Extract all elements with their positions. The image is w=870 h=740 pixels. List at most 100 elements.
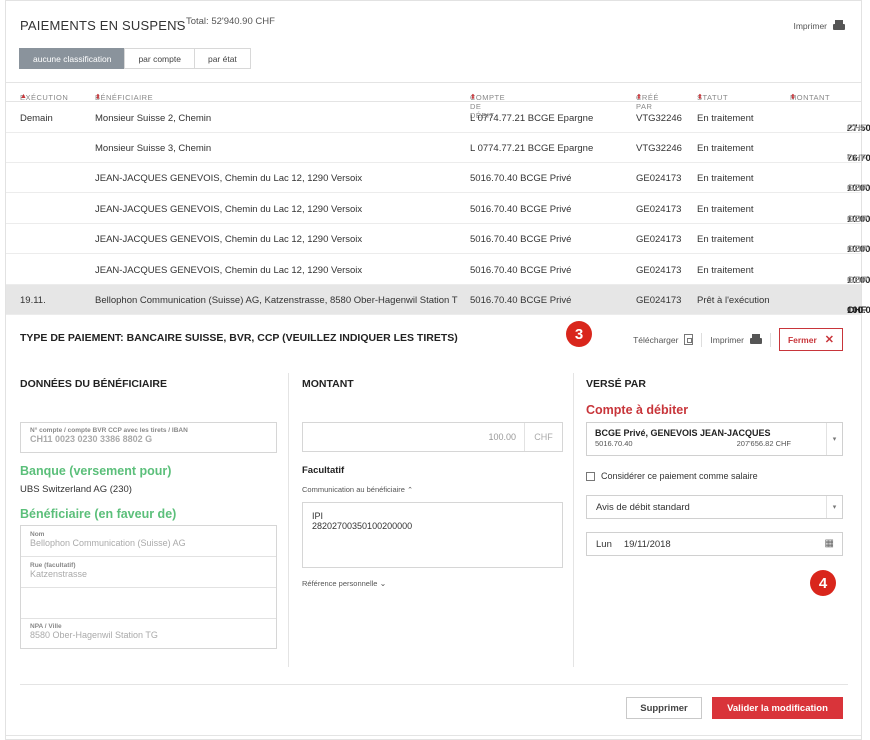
communication-line: IPI: [312, 511, 324, 521]
print-button[interactable]: Imprimer: [710, 334, 762, 345]
city-field[interactable]: NPA / Ville 8580 Ober-Hagenwil Station T…: [21, 619, 276, 648]
name-field[interactable]: Nom Bellophon Communication (Suisse) AG: [21, 526, 276, 557]
cell-compte: 5016.70.40 BCGE Privé: [470, 295, 572, 306]
cell-statut: En traitement: [697, 204, 754, 215]
salary-label: Considérer ce paiement comme salaire: [601, 471, 758, 481]
debit-notice-value: Avis de débit standard: [596, 502, 690, 513]
bottom-divider: [6, 735, 861, 736]
table-row[interactable]: JEAN-JACQUES GENEVOIS, Chemin du Lac 12,…: [6, 255, 870, 286]
cell-cree-par: GE024173: [636, 234, 682, 245]
validate-button[interactable]: Valider la modification: [712, 697, 843, 719]
cell-compte: L 0774.77.21 BCGE Epargne: [470, 143, 594, 154]
cell-statut: Prêt à l'exécution: [697, 295, 770, 306]
calendar-icon[interactable]: ▦: [825, 538, 834, 549]
street-field[interactable]: Rue (facultatif) Katzenstrasse: [21, 557, 276, 588]
iban-value: CH11 0023 0230 3386 8802 G: [30, 434, 153, 444]
debit-account-heading: Compte à débiter: [586, 403, 689, 417]
iban-field[interactable]: N° compte / compte BVR CCP avec les tire…: [20, 422, 277, 453]
download-button[interactable]: Télécharger: [633, 334, 694, 345]
account-number: 5016.70.40: [595, 439, 633, 448]
filter-no-classification[interactable]: aucune classification: [19, 48, 126, 69]
street-value: Katzenstrasse: [30, 569, 88, 579]
printer-icon: [749, 334, 762, 345]
amount-value: 100.00: [488, 432, 516, 442]
cell-execution: Demain: [20, 113, 53, 124]
cell-compte: 5016.70.40 BCGE Privé: [470, 204, 572, 215]
detail-toolbar: Télécharger Imprimer Fermer ✕: [633, 328, 843, 351]
cell-beneficiaire: Monsieur Suisse 3, Chemin: [95, 143, 212, 154]
debit-notice-select[interactable]: Avis de débit standard ▾: [586, 495, 843, 519]
amount-section-title: MONTANT: [302, 378, 354, 390]
sort-icon: ⬍: [636, 94, 643, 101]
paid-by-section-title: VERSÉ PAR: [586, 378, 646, 390]
column-divider: [573, 373, 574, 667]
filter-by-account[interactable]: par compte: [124, 48, 195, 69]
communication-textarea[interactable]: IPI 28202700350100200000: [302, 502, 563, 568]
printer-icon: [833, 20, 845, 31]
step-badge-3: 3: [566, 321, 592, 347]
cell-cree-par: VTG32246: [636, 113, 682, 124]
chevron-down-icon: ▾: [826, 496, 842, 518]
column-divider: [288, 373, 289, 667]
bank-heading: Banque (versement pour): [20, 464, 172, 478]
cell-beneficiaire: JEAN-JACQUES GENEVOIS, Chemin du Lac 12,…: [95, 265, 363, 276]
pdf-icon: [684, 334, 694, 345]
close-icon: ✕: [824, 334, 834, 346]
cell-cree-par: GE024173: [636, 204, 682, 215]
footer-divider: [20, 684, 848, 685]
cell-beneficiaire: JEAN-JACQUES GENEVOIS, Chemin du Lac 12,…: [95, 234, 363, 245]
city-label: NPA / Ville: [30, 623, 62, 630]
salary-checkbox[interactable]: Considérer ce paiement comme salaire: [586, 471, 758, 481]
table-row-selected[interactable]: 19.11. Bellophon Communication (Suisse) …: [6, 285, 870, 316]
execution-date-field[interactable]: Lun 19/11/2018 ▦: [586, 532, 843, 556]
street-label: Rue (facultatif): [30, 562, 76, 569]
chevron-down-icon: ⌄: [379, 579, 387, 588]
cell-statut: En traitement: [697, 265, 754, 276]
cell-compte: 5016.70.40 BCGE Privé: [470, 265, 572, 276]
table-row[interactable]: JEAN-JACQUES GENEVOIS, Chemin du Lac 12,…: [6, 163, 870, 194]
date-day: Lun: [596, 539, 612, 550]
beneficiary-section-title: DONNÉES DU BÉNÉFICIAIRE: [20, 378, 168, 390]
iban-label: N° compte / compte BVR CCP avec les tire…: [30, 427, 188, 434]
beneficiary-heading: Bénéficiaire (en faveur de): [20, 507, 177, 521]
account-balance: 207'656.82 CHF: [736, 439, 791, 448]
account-name: BCGE Privé, GENEVOIS JEAN-JACQUES: [595, 428, 771, 438]
table-row[interactable]: Monsieur Suisse 3, Chemin L 0774.77.21 B…: [6, 133, 870, 164]
divider: [701, 332, 703, 347]
name-value: Bellophon Communication (Suisse) AG: [30, 538, 186, 548]
cell-compte: L 0774.77.21 BCGE Epargne: [470, 113, 594, 124]
print-button-top[interactable]: Imprimer: [793, 20, 845, 31]
name-label: Nom: [30, 531, 45, 538]
pending-payments-panel: PAIEMENTS EN SUSPENS — Total: 52'940.90 …: [5, 0, 870, 740]
debit-account-select[interactable]: BCGE Privé, GENEVOIS JEAN-JACQUES 5016.7…: [586, 422, 843, 456]
close-button[interactable]: Fermer ✕: [778, 328, 843, 351]
cell-beneficiaire: Bellophon Communication (Suisse) AG, Kat…: [95, 295, 458, 306]
cell-compte: 5016.70.40 BCGE Privé: [470, 173, 572, 184]
cell-cree-par: GE024173: [636, 295, 682, 306]
table-row[interactable]: Demain Monsieur Suisse 2, Chemin L 0774.…: [6, 103, 870, 134]
table-row[interactable]: JEAN-JACQUES GENEVOIS, Chemin du Lac 12,…: [6, 194, 870, 225]
street-extra-field[interactable]: [21, 588, 276, 619]
sort-icon: ⬍: [790, 94, 797, 101]
delete-button[interactable]: Supprimer: [626, 697, 702, 719]
bank-value: UBS Switzerland AG (230): [20, 484, 132, 495]
cell-statut: En traitement: [697, 234, 754, 245]
cell-cree-par: GE024173: [636, 265, 682, 276]
cell-beneficiaire: Monsieur Suisse 2, Chemin: [95, 113, 212, 124]
divider: [769, 332, 771, 347]
chevron-down-icon: ▾: [826, 423, 842, 455]
sort-icon: ⬍: [95, 94, 102, 101]
amount-field[interactable]: 100.00 CHF: [302, 422, 563, 452]
print-label: Imprimer: [793, 20, 827, 31]
cell-beneficiaire: JEAN-JACQUES GENEVOIS, Chemin du Lac 12,…: [95, 204, 363, 215]
filter-by-state[interactable]: par état: [193, 48, 251, 69]
reference-toggle[interactable]: Référence personnelle ⌄: [302, 579, 386, 588]
amount-currency: CHF: [524, 423, 562, 451]
communication-line: 28202700350100200000: [312, 521, 413, 531]
cell-beneficiaire: JEAN-JACQUES GENEVOIS, Chemin du Lac 12,…: [95, 173, 363, 184]
communication-toggle[interactable]: Communication au bénéficiaire ⌃: [302, 485, 413, 494]
sort-icon: ⬍: [470, 94, 477, 101]
beneficiary-address-group: Nom Bellophon Communication (Suisse) AG …: [20, 525, 277, 649]
table-row[interactable]: JEAN-JACQUES GENEVOIS, Chemin du Lac 12,…: [6, 224, 870, 255]
cell-statut: En traitement: [697, 113, 754, 124]
